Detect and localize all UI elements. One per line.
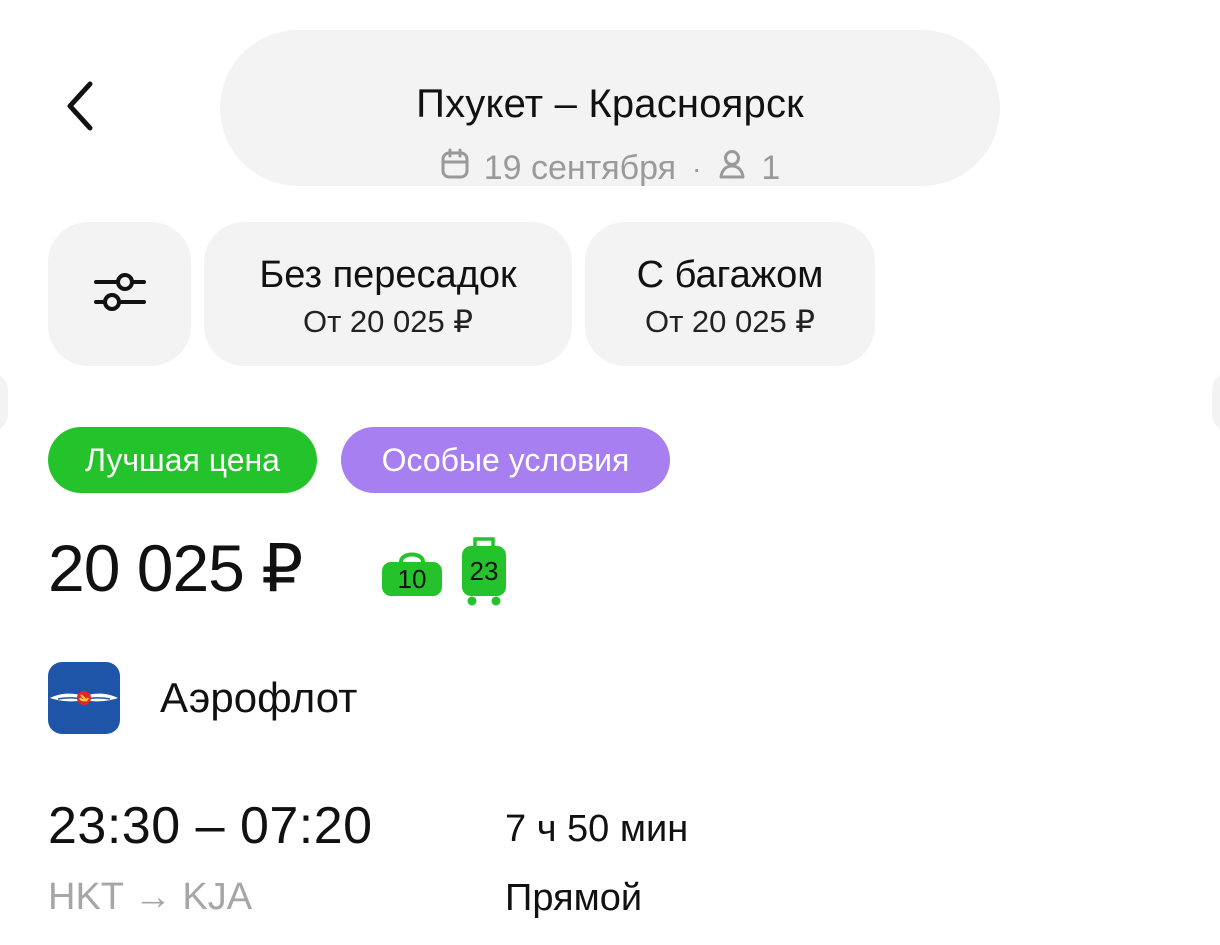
aeroflot-logo [48,662,120,734]
card-edge-right [1212,372,1220,432]
back-button[interactable] [48,72,112,144]
hand-luggage-icon: 10 [381,546,443,598]
route-title: Пхукет – Красноярск [416,82,804,126]
date-text: 19 сентября [483,149,677,187]
direct-flights-filter[interactable]: Без пересадок От 20 025 ₽ [204,222,572,366]
search-details: 19 сентября · 1 [220,148,1000,189]
person-icon [717,148,747,189]
hand-luggage-weight: 10 [397,564,427,594]
baggage-filter-title: С багажом [636,254,824,296]
airport-codes: HKT → KJA [48,876,253,918]
best-price-badge: Лучшая цена [48,427,317,493]
transfer-info: Прямой [505,877,643,919]
passenger-count: 1 [761,149,781,187]
suitcase-icon: 23 [461,537,507,607]
offer-price: 20 025 ₽ [48,531,303,605]
separator-dot: · [692,152,702,184]
direct-filter-price: От 20 025 ₽ [302,304,474,339]
search-summary[interactable]: Пхукет – Красноярск 19 сентября · 1 [220,30,1000,189]
flight-duration: 7 ч 50 мин [505,808,689,850]
airline-name: Аэрофлот [160,674,358,721]
calendar-icon [440,148,470,189]
sliders-icon [92,267,148,322]
direct-filter-title: Без пересадок [259,254,517,296]
baggage-filter-price: От 20 025 ₽ [644,304,816,339]
checked-baggage-weight: 23 [469,556,499,586]
chevron-left-icon [60,76,100,141]
card-edge-left [0,372,8,432]
with-baggage-filter[interactable]: С багажом От 20 025 ₽ [585,222,875,366]
special-conditions-badge: Особые условия [341,427,670,493]
filters-button[interactable] [48,222,191,366]
flight-times: 23:30 – 07:20 [48,797,373,855]
